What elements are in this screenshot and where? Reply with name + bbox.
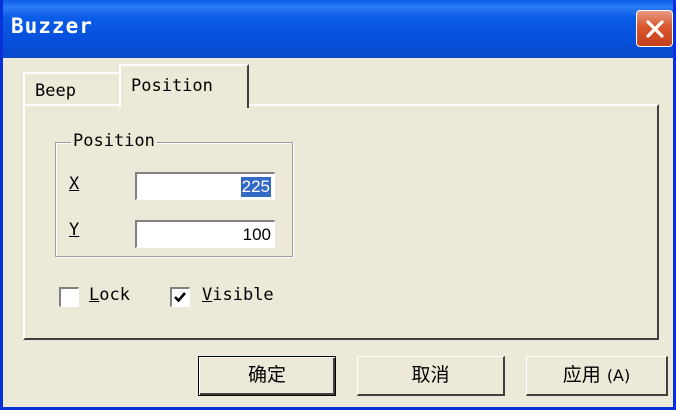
check-icon <box>174 292 186 303</box>
tab-beep[interactable]: Beep <box>23 72 121 106</box>
visible-label-rest: isible <box>212 285 274 305</box>
close-button[interactable] <box>636 10 673 47</box>
cancel-button[interactable]: 取消 <box>357 356 505 396</box>
dialog-window: Buzzer Beep Position Position X 225 Y 10… <box>0 0 676 410</box>
apply-mnemonic: (A) <box>606 366 631 385</box>
y-label: Y <box>69 220 80 240</box>
tab-position[interactable]: Position <box>119 64 249 108</box>
lock-checkbox[interactable] <box>59 287 79 307</box>
close-icon <box>646 20 664 38</box>
x-value: 225 <box>240 177 271 197</box>
apply-label: 应用 <box>562 364 601 386</box>
ok-button[interactable]: 确定 <box>198 356 336 396</box>
tab-beep-label: Beep <box>35 81 76 101</box>
title-bar[interactable]: Buzzer <box>3 0 673 58</box>
visible-checkbox[interactable] <box>170 287 190 307</box>
window-title: Buzzer <box>11 14 93 38</box>
lock-mnemonic: L <box>89 285 100 305</box>
position-group-label: Position <box>71 131 157 151</box>
apply-button[interactable]: 应用 (A) <box>526 356 668 396</box>
visible-mnemonic: V <box>202 285 213 305</box>
x-label: X <box>69 174 80 194</box>
lock-checkbox-label[interactable]: Lock <box>89 285 130 305</box>
visible-checkbox-label[interactable]: Visible <box>202 285 274 305</box>
lock-label-rest: ock <box>99 285 130 305</box>
y-value: 100 <box>242 225 271 244</box>
tab-position-label: Position <box>131 76 213 96</box>
x-input[interactable]: 225 <box>135 172 275 200</box>
y-input[interactable]: 100 <box>135 220 275 248</box>
